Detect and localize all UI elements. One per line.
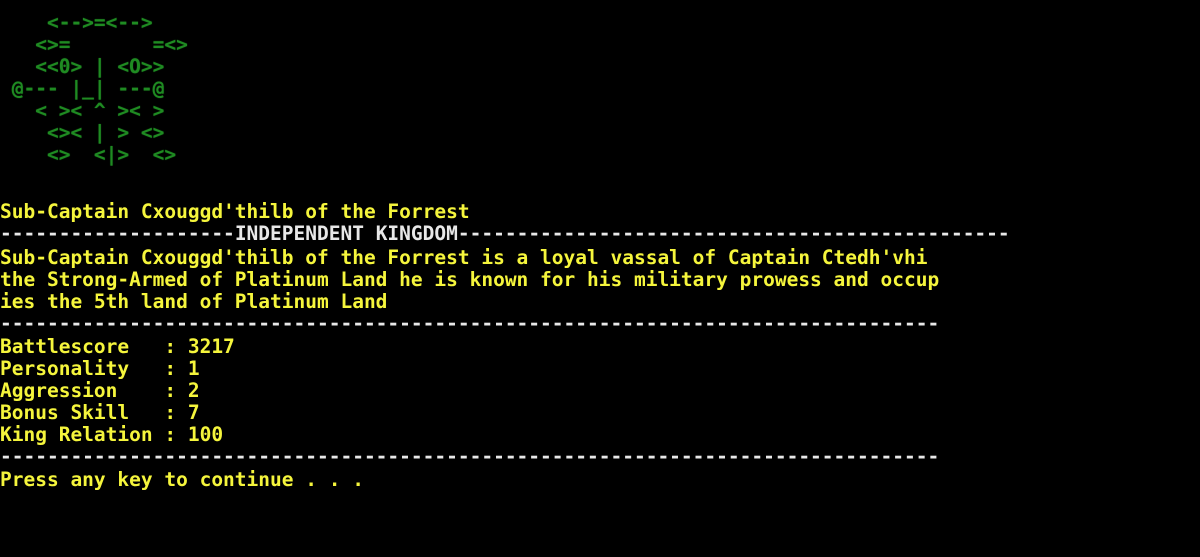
description-line: ies the 5th land of Platinum Land — [0, 291, 388, 313]
character-description: Sub-Captain Cxouggd'thilb of the Forrest… — [0, 247, 939, 313]
ascii-art-line: <> <|> <> — [0, 144, 177, 166]
stat-row-personality: Personality : 1 — [0, 358, 200, 380]
description-line: the Strong-Armed of Platinum Land he is … — [0, 269, 940, 291]
stat-row-bonus-skill: Bonus Skill : 7 — [0, 402, 200, 424]
divider-above-stats: ----------------------------------------… — [0, 313, 940, 335]
press-any-key-prompt[interactable]: Press any key to continue . . . — [0, 469, 364, 491]
ascii-art-crest: <-->=<--> <>= =<> <<0> | <O>> @--- |_| -… — [0, 12, 188, 166]
ascii-art-line: <<0> | <O>> — [0, 56, 165, 78]
ascii-art-line: <>< | > <> — [0, 122, 165, 144]
stat-row-battlescore: Battlescore : 3217 — [0, 336, 235, 358]
kingdom-banner-label: INDEPENDENT KINGDOM — [234, 223, 458, 245]
ascii-art-line: < >< ^ >< > — [0, 100, 165, 122]
ascii-art-line: <>= =<> — [0, 34, 188, 56]
divider-below-stats: ----------------------------------------… — [0, 446, 940, 468]
character-title: Sub-Captain Cxouggd'thilb of the Forrest — [0, 201, 470, 223]
stat-row-king-relation: King Relation : 100 — [0, 424, 224, 446]
stat-row-aggression: Aggression : 2 — [0, 380, 200, 402]
description-line: Sub-Captain Cxouggd'thilb of the Forrest… — [0, 247, 928, 269]
ascii-art-line: <-->=<--> — [0, 12, 153, 34]
stats-block: Battlescore : 3217 Personality : 1 Aggre… — [0, 336, 235, 446]
ascii-art-line: @--- |_| ---@ — [0, 78, 165, 100]
screen-bottom-padding — [0, 495, 1200, 557]
terminal-screen: <-->=<--> <>= =<> <<0> | <O>> @--- |_| -… — [0, 0, 1200, 557]
kingdom-banner-left-dashes: -------------------- — [0, 223, 235, 245]
kingdom-banner: --------------------INDEPENDENT KINGDOM-… — [0, 223, 1010, 245]
kingdom-banner-right-dashes: ----------------------------------------… — [457, 223, 1010, 245]
